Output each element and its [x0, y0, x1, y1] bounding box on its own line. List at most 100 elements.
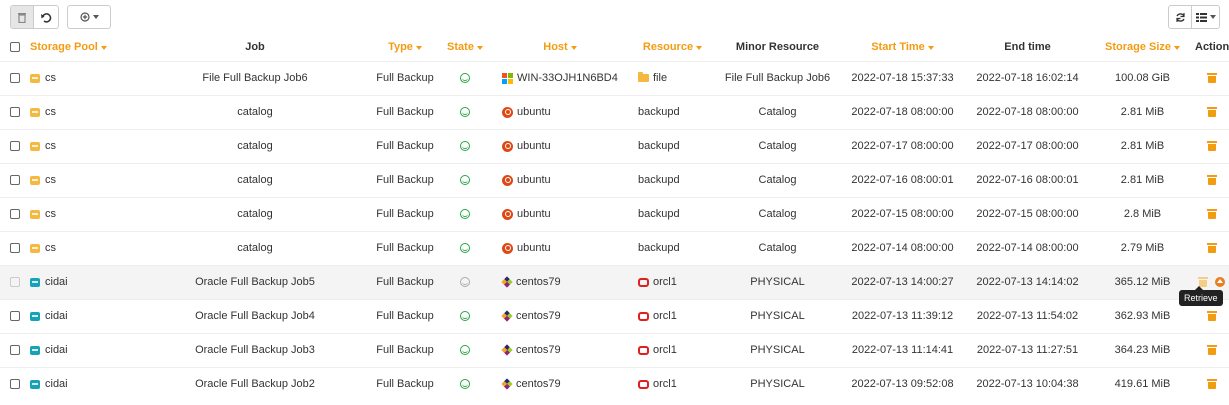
table-row[interactable]: cidai Oracle Full Backup Job2 Full Backup c…: [0, 366, 1229, 401]
row-checkbox[interactable]: [10, 277, 20, 288]
column-header-host[interactable]: Host: [490, 33, 630, 61]
select-cell: [0, 230, 30, 265]
resource-name: backupd: [638, 106, 680, 118]
state-smile-icon: [460, 345, 470, 356]
end-time-cell: 2022-07-14 08:00:00: [965, 230, 1090, 265]
column-header-actions: Actions: [1195, 40, 1229, 53]
resource-cell: backupd: [630, 128, 715, 163]
toolbar: [0, 5, 1229, 29]
retrieve-icon[interactable]: [1215, 277, 1225, 288]
centos-icon: [501, 344, 513, 356]
table-row[interactable]: cs catalog Full Backup ubuntu backupd Catalog…: [0, 196, 1229, 231]
table-row[interactable]: cs File Full Backup Job6 Full Backup WIN-33…: [0, 60, 1229, 95]
state-cell: [440, 366, 490, 401]
row-checkbox[interactable]: [10, 379, 20, 390]
end-time-cell: 2022-07-13 11:27:51: [965, 332, 1090, 367]
state-smile-icon: [460, 379, 470, 390]
state-cell: [440, 298, 490, 333]
delete-icon[interactable]: [1207, 243, 1217, 254]
table-row[interactable]: cs catalog Full Backup ubuntu backupd Catalog…: [0, 128, 1229, 163]
column-header-storage-pool[interactable]: Storage Pool: [30, 33, 140, 61]
end-time-cell: 2022-07-13 14:14:02: [965, 264, 1090, 299]
minor-resource-cell: PHYSICAL: [715, 298, 840, 333]
undo-button[interactable]: [33, 6, 58, 28]
select-cell: [0, 298, 30, 333]
row-checkbox[interactable]: [10, 345, 20, 356]
actions-cell: [1195, 128, 1229, 163]
state-cell: [440, 162, 490, 197]
columns-dropdown-button[interactable]: [1191, 6, 1219, 28]
delete-icon[interactable]: [1207, 175, 1217, 186]
storage-pool-name: cs: [45, 72, 56, 84]
column-header-start-time[interactable]: Start Time: [840, 33, 965, 61]
table-row[interactable]: cidai Oracle Full Backup Job3 Full Backup c…: [0, 332, 1229, 367]
host-name: ubuntu: [517, 174, 551, 186]
job-cell: Oracle Full Backup Job4: [140, 298, 370, 333]
table-row[interactable]: cs catalog Full Backup ubuntu backupd Catalog…: [0, 162, 1229, 197]
column-header-label: State: [447, 40, 474, 53]
column-header-state[interactable]: State: [440, 33, 490, 61]
storage-pool-icon: [30, 311, 40, 321]
sort-caret-icon: [415, 45, 422, 50]
storage-pool-icon: [30, 345, 40, 355]
row-checkbox[interactable]: [10, 107, 20, 118]
row-checkbox[interactable]: [10, 73, 20, 84]
row-checkbox[interactable]: [10, 141, 20, 152]
storage-size-cell: 2.81 MiB: [1090, 94, 1195, 129]
table-row[interactable]: cidai Oracle Full Backup Job4 Full Backup c…: [0, 298, 1229, 333]
ubuntu-icon: [502, 174, 513, 186]
host-cell: centos79: [490, 298, 630, 333]
backup-jobs-table: Storage Pool Job Type State Host Resourc…: [0, 33, 1229, 401]
delete-icon[interactable]: [1207, 141, 1217, 152]
oracle-icon: [638, 277, 649, 287]
state-cell: [440, 264, 490, 299]
storage-pool-name: cidai: [45, 378, 68, 391]
column-header-resource[interactable]: Resource: [630, 33, 715, 61]
host-cell: centos79: [490, 366, 630, 401]
resource-cell: orcl1: [630, 332, 715, 367]
sort-caret-icon: [927, 45, 934, 50]
oracle-icon: [638, 311, 649, 321]
delete-icon[interactable]: [1207, 73, 1217, 84]
delete-icon[interactable]: [1207, 311, 1217, 322]
delete-icon[interactable]: [1207, 209, 1217, 220]
table-row[interactable]: cs catalog Full Backup ubuntu backupd Catalog…: [0, 230, 1229, 265]
job-cell: File Full Backup Job6: [140, 60, 370, 95]
row-checkbox[interactable]: [10, 243, 20, 254]
minor-resource-cell: PHYSICAL: [715, 264, 840, 299]
host-cell: ubuntu: [490, 196, 630, 231]
table-row[interactable]: cidai Oracle Full Backup Job5 Full Backup c…: [0, 264, 1229, 299]
resource-cell: orcl1: [630, 264, 715, 299]
start-time-cell: 2022-07-14 08:00:00: [840, 230, 965, 265]
type-cell: Full Backup: [370, 128, 440, 163]
state-smile-icon: [460, 209, 470, 220]
resource-cell: backupd: [630, 196, 715, 231]
host-cell: centos79: [490, 332, 630, 367]
host-cell: ubuntu: [490, 230, 630, 265]
delete-button[interactable]: [11, 6, 33, 28]
job-cell: catalog: [140, 128, 370, 163]
add-dropdown-button[interactable]: [68, 6, 110, 28]
start-time-cell: 2022-07-16 08:00:01: [840, 162, 965, 197]
chevron-down-icon: [1209, 15, 1216, 19]
row-checkbox[interactable]: [10, 311, 20, 322]
host-name: WIN-33OJH1N6BD4: [517, 72, 618, 84]
storage-pool-cell: cs: [30, 128, 140, 163]
state-smile-icon: [460, 277, 470, 288]
select-all-checkbox[interactable]: [10, 41, 20, 52]
row-checkbox[interactable]: [10, 175, 20, 186]
resource-cell: backupd: [630, 230, 715, 265]
chevron-down-icon: [92, 15, 99, 19]
delete-icon[interactable]: [1207, 379, 1217, 390]
actions-cell: [1195, 60, 1229, 95]
ubuntu-icon: [502, 242, 513, 254]
select-cell: [0, 162, 30, 197]
delete-icon[interactable]: [1207, 107, 1217, 118]
refresh-button[interactable]: [1169, 6, 1191, 28]
column-header-storage-size[interactable]: Storage Size: [1090, 33, 1195, 61]
table-row[interactable]: cs catalog Full Backup ubuntu backupd Catalog…: [0, 94, 1229, 129]
row-checkbox[interactable]: [10, 209, 20, 220]
delete-icon[interactable]: [1207, 345, 1217, 356]
column-header-type[interactable]: Type: [370, 33, 440, 61]
resource-cell: orcl1: [630, 298, 715, 333]
